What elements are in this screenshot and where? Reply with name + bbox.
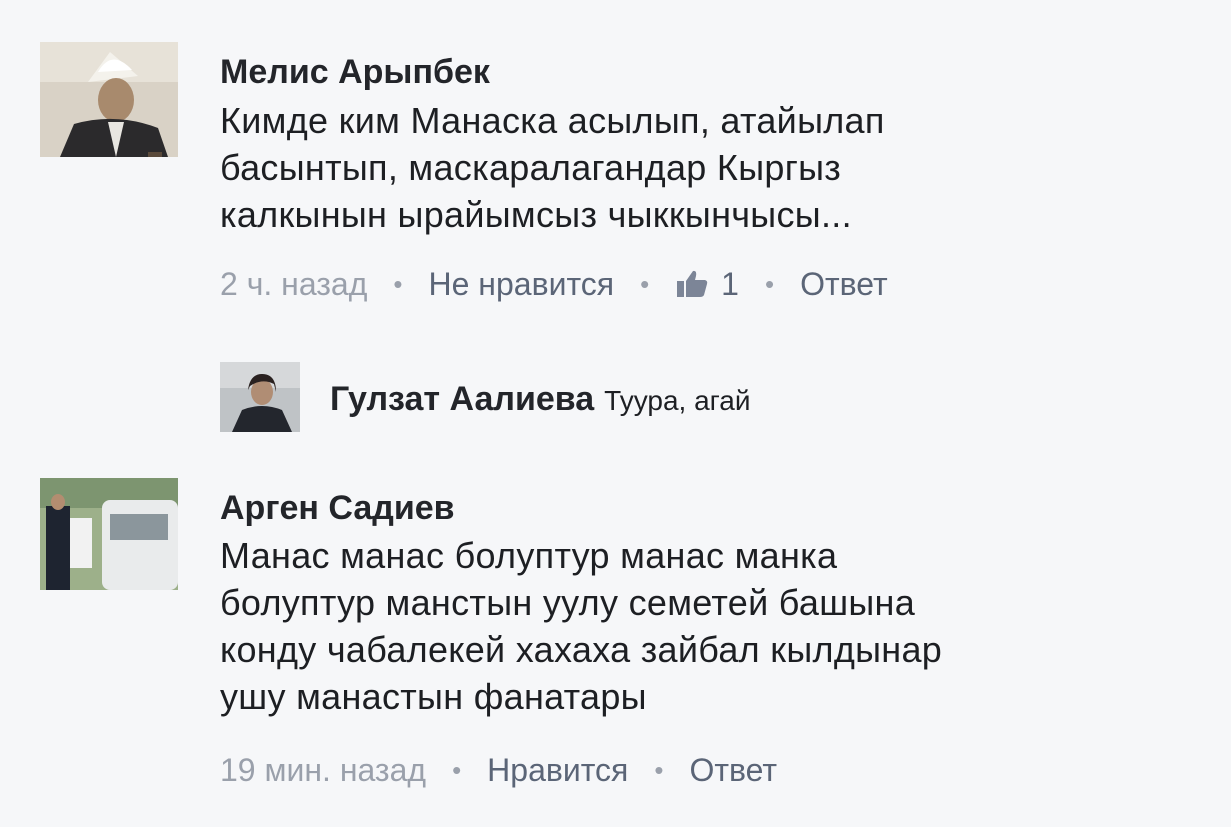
- comment-text-line: басынтып, маскаралагандар Кыргыз: [220, 147, 842, 188]
- avatar[interactable]: [220, 362, 300, 432]
- reply-button[interactable]: Ответ: [689, 750, 777, 790]
- like-count[interactable]: 1: [721, 264, 739, 304]
- reply-gulzat: Гулзат Аалиева Туура, агай: [0, 360, 1231, 440]
- reply-button[interactable]: Ответ: [800, 264, 888, 304]
- avatar-photo: [40, 42, 178, 157]
- separator-dot: •: [452, 755, 462, 785]
- separator-dot: •: [640, 269, 650, 299]
- avatar-photo: [220, 362, 300, 432]
- comment-text: Кимде ким Манаска асылып, атайылап басын…: [220, 97, 1220, 238]
- unlike-button[interactable]: Не нравится: [429, 264, 615, 304]
- comment-author[interactable]: Мелис Арыпбек: [220, 52, 490, 92]
- reply-content: Гулзат Аалиева Туура, агай: [330, 380, 750, 419]
- separator-dot: •: [764, 269, 775, 299]
- comment-text: Манас манас болуптур манас манка болупту…: [220, 532, 1220, 720]
- avatar[interactable]: [40, 478, 178, 590]
- avatar-photo: [40, 478, 178, 590]
- avatar[interactable]: [40, 42, 178, 157]
- comment-text-line: конду чабалекей хахаха зайбал кылдынар: [220, 629, 943, 670]
- comment-text-line: ушу манастын фанатары: [220, 676, 647, 717]
- comment-argen: Арген Садиев Манас манас болуптур манас …: [0, 470, 1231, 810]
- comment-author[interactable]: Арген Садиев: [220, 488, 455, 528]
- comment-text-line: болуптур манстын уулу семетей башына: [220, 582, 916, 623]
- reply-author[interactable]: Гулзат Аалиева: [330, 380, 594, 419]
- comment-meta: 2 ч. назад • Не нравится • 1 • Ответ: [220, 264, 888, 304]
- comment-timestamp[interactable]: 19 мин. назад: [220, 750, 426, 790]
- separator-dot: •: [393, 269, 403, 299]
- like-button[interactable]: Нравится: [487, 750, 628, 790]
- reply-text: Туура, агай: [604, 385, 751, 416]
- separator-dot: •: [654, 755, 664, 785]
- thumbs-up-icon[interactable]: [675, 268, 709, 300]
- comment-text-line: Кимде ким Манаска асылып, атайылап: [220, 100, 885, 141]
- comment-text-line: калкынын ырайымсыз чыккынчысы...: [220, 194, 852, 235]
- comment-meta: 19 мин. назад • Нравится • Ответ: [220, 750, 777, 790]
- comment-timestamp[interactable]: 2 ч. назад: [220, 264, 367, 304]
- comment-text-line: Манас манас болуптур манас манка: [220, 535, 838, 576]
- comment-melis: Мелис Арыпбек Кимде ким Манаска асылып, …: [0, 0, 1231, 330]
